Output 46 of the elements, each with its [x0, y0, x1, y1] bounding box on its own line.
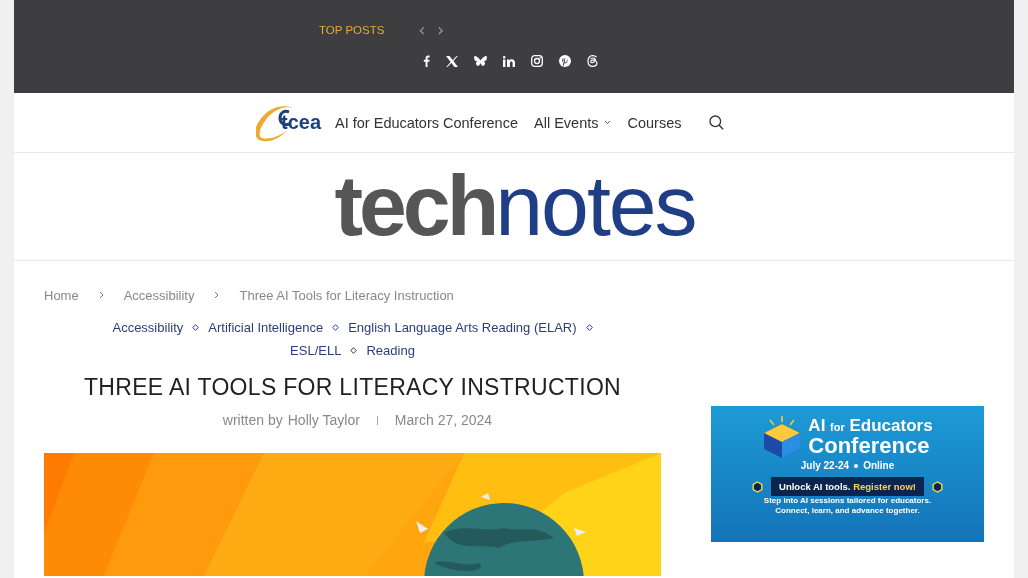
facebook-icon[interactable] — [423, 55, 430, 67]
category-link[interactable]: ESL/ELL — [290, 343, 342, 358]
diamond-icon — [332, 324, 340, 331]
category-link[interactable]: Artificial Intelligence — [208, 320, 324, 335]
instagram-icon[interactable] — [531, 55, 543, 67]
next-button[interactable]: › — [435, 21, 447, 39]
hexagon-icon — [931, 480, 943, 493]
banner-heading: Conference — [808, 433, 931, 458]
banner-mode: Online — [863, 460, 895, 471]
hexagon-icon — [752, 480, 764, 493]
diamond-icon — [192, 324, 200, 331]
article-title: THREE AI TOOLS FOR LITERACY INSTRUCTION — [83, 374, 622, 401]
nav-link[interactable]: AI for Educators Conference — [335, 114, 518, 131]
byline-label: written by — [222, 412, 283, 428]
category-link[interactable]: English Language Arts Reading (ELAR) — [348, 320, 577, 335]
banner-heading: AI for Educators — [808, 415, 933, 435]
chevron-right-icon — [98, 291, 104, 299]
diamond-icon — [350, 347, 358, 354]
previous-button[interactable]: ‹ — [416, 21, 428, 39]
conference-banner[interactable]: AI for Educators Conference July 22-24 Online Unlock AI tools. Register now! Step into AI sessions tailored for educators. Connect, learn, and advance together. — [711, 406, 984, 542]
banner-dates: July 22-24 — [800, 460, 850, 471]
breadcrumb-link[interactable]: Home — [44, 287, 79, 303]
category-link[interactable]: Accessibility — [112, 320, 184, 335]
nav-link[interactable]: All Events — [534, 114, 612, 131]
post-date: March 27, 2024 — [394, 412, 493, 428]
chevron-right-icon — [214, 291, 220, 299]
chevron-down-icon — [604, 120, 612, 125]
author-link[interactable]: Holly Taylor — [287, 412, 360, 428]
search-icon[interactable] — [709, 115, 725, 130]
pinterest-icon[interactable] — [559, 55, 571, 67]
x-icon[interactable] — [446, 55, 458, 67]
register-banner-button[interactable]: Unlock AI tools. Register now! — [771, 477, 924, 496]
diamond-icon — [585, 324, 593, 331]
breadcrumb-link[interactable]: Accessibility — [123, 287, 195, 303]
technotes-logo[interactable]: technotes — [334, 161, 696, 252]
threads-icon[interactable] — [587, 55, 598, 67]
nav-link[interactable]: Courses — [627, 114, 682, 131]
top-posts-label: TOP POSTS — [319, 24, 385, 36]
tcea-logo[interactable]: tcea — [256, 102, 322, 143]
banner-tagline: Connect, learn, and advance together. — [775, 505, 920, 516]
banner-tagline: Step into AI sessions tailored for educators. — [763, 496, 932, 506]
category-link[interactable]: Reading — [366, 343, 415, 358]
breadcrumb-current: Three AI Tools for Literacy Instruction — [239, 287, 454, 303]
butterfly-icon[interactable] — [474, 55, 487, 67]
linkedin-icon[interactable] — [503, 55, 515, 67]
cube-icon — [762, 416, 803, 458]
